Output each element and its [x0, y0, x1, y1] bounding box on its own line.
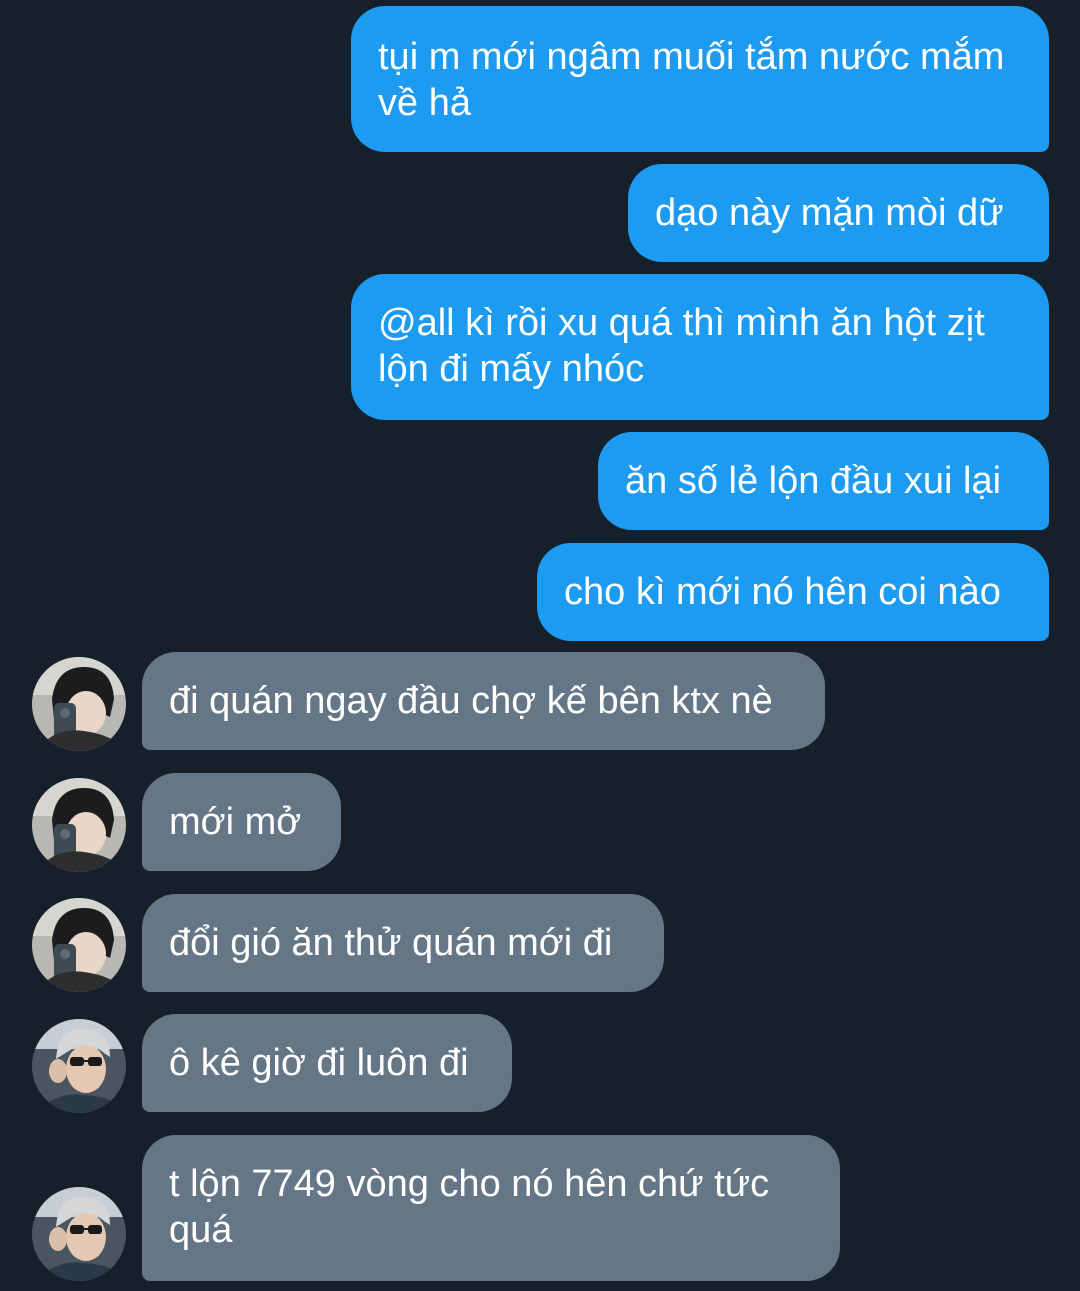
message-text: t lộn 7749 vòng cho nó hên chứ tức quá: [169, 1163, 770, 1251]
user-avatar-icon: [32, 778, 126, 872]
message-text: tụi m mới ngâm muối tắm nước mắm về hả: [378, 36, 1005, 124]
user-avatar-icon: [32, 1187, 126, 1281]
user-avatar-icon: [32, 1019, 126, 1113]
avatar[interactable]: [32, 1019, 126, 1113]
incoming-message[interactable]: đổi gió ăn thử quán mới đi: [142, 894, 664, 992]
message-text: cho kì mới nó hên coi nào: [564, 571, 1001, 613]
avatar[interactable]: [32, 778, 126, 872]
chat-thread: tụi m mới ngâm muối tắm nước mắm về hả d…: [0, 0, 1080, 1291]
outgoing-message[interactable]: dạo này mặn mòi dữ: [628, 164, 1049, 262]
message-text: ăn số lẻ lộn đầu xui lại: [625, 460, 1002, 502]
outgoing-message[interactable]: @all kì rồi xu quá thì mình ăn hột zịt l…: [351, 274, 1049, 420]
incoming-message[interactable]: mới mở: [142, 773, 341, 871]
avatar[interactable]: [32, 898, 126, 992]
incoming-message[interactable]: ô kê giờ đi luôn đi: [142, 1014, 512, 1112]
message-text: đi quán ngay đầu chợ kế bên ktx nè: [169, 680, 773, 722]
message-text: dạo này mặn mòi dữ: [655, 192, 1004, 234]
message-text: mới mở: [169, 801, 302, 843]
avatar[interactable]: [32, 1187, 126, 1281]
user-avatar-icon: [32, 657, 126, 751]
user-avatar-icon: [32, 898, 126, 992]
outgoing-message[interactable]: tụi m mới ngâm muối tắm nước mắm về hả: [351, 6, 1049, 152]
avatar[interactable]: [32, 657, 126, 751]
outgoing-message[interactable]: ăn số lẻ lộn đầu xui lại: [598, 432, 1049, 530]
incoming-message[interactable]: đi quán ngay đầu chợ kế bên ktx nè: [142, 652, 825, 750]
incoming-message[interactable]: t lộn 7749 vòng cho nó hên chứ tức quá: [142, 1135, 840, 1281]
outgoing-message[interactable]: cho kì mới nó hên coi nào: [537, 543, 1049, 641]
message-text: ô kê giờ đi luôn đi: [169, 1042, 469, 1084]
message-text: đổi gió ăn thử quán mới đi: [169, 922, 613, 964]
message-text: @all kì rồi xu quá thì mình ăn hột zịt l…: [378, 302, 985, 390]
